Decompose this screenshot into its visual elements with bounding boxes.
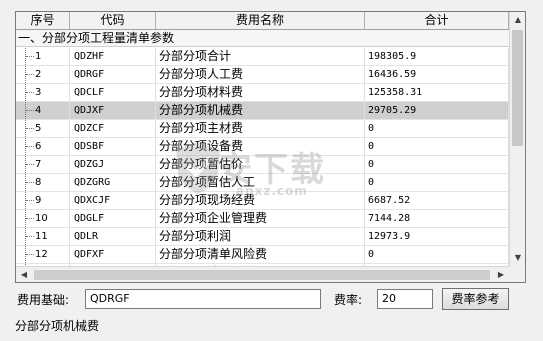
row-name-cell[interactable]: 分部分项设备费: [156, 138, 365, 155]
tree-connector: [25, 48, 35, 65]
row-name-cell[interactable]: 分部分项企业管理费: [156, 210, 365, 227]
grid-header: 序号 代码 费用名称 合计: [16, 12, 509, 30]
row-code-cell[interactable]: QDZGJ: [70, 156, 156, 173]
row-name-cell[interactable]: 分部分项现场经费: [156, 192, 365, 209]
row-code-cell[interactable]: QDRGF: [70, 66, 156, 83]
tree-connector: [25, 228, 35, 245]
row-code-cell[interactable]: QDZGRG: [70, 174, 156, 191]
fee-grid[interactable]: 序号 代码 费用名称 合计 一、分部分项工程量清单参数 1 QDZHF 分部分项合计…: [15, 11, 526, 283]
row-total-cell[interactable]: 0: [365, 138, 509, 155]
table-row[interactable]: 10 QDGLF 分部分项企业管理费 7144.28: [16, 210, 509, 228]
table-row[interactable]: 9 QDXCJF 分部分项现场经费 6687.52: [16, 192, 509, 210]
row-name-cell[interactable]: 分部分项机械费: [156, 102, 365, 119]
tree-connector: [25, 246, 35, 263]
row-code-cell[interactable]: QDSBF: [70, 138, 156, 155]
row-name-cell[interactable]: 分部分项主材费: [156, 120, 365, 137]
rate-label: 费率:: [334, 293, 363, 307]
row-name-cell[interactable]: 分部分项利润: [156, 228, 365, 245]
col-header-total[interactable]: 合计: [365, 12, 509, 29]
row-code-cell[interactable]: QDZCF: [70, 120, 156, 137]
table-row[interactable]: 7 QDZGJ 分部分项暂估价 0: [16, 156, 509, 174]
row-total-cell[interactable]: 6687.52: [365, 192, 509, 209]
row-code-cell[interactable]: QDZHF: [70, 48, 156, 65]
tree-connector: [25, 192, 35, 209]
row-name-cell[interactable]: 分部分项人工费: [156, 66, 365, 83]
tree-connector: [25, 120, 35, 137]
table-row[interactable]: 4 QDJXF 分部分项机械费 29705.29: [16, 102, 509, 120]
table-row[interactable]: 5 QDZCF 分部分项主材费 0: [16, 120, 509, 138]
table-row[interactable]: 3 QDCLF 分部分项材料费 125358.31: [16, 84, 509, 102]
scroll-left-arrow-icon[interactable]: ◀: [16, 267, 32, 282]
vertical-scrollbar[interactable]: ▲ ▼: [509, 12, 525, 266]
row-total-cell[interactable]: 29705.29: [365, 102, 509, 119]
base-label: 费用基础:: [17, 293, 70, 307]
rate-reference-button[interactable]: 费率参考: [442, 288, 509, 310]
row-total-cell[interactable]: 198305.9: [365, 48, 509, 65]
table-row[interactable]: 8 QDZGRG 分部分项暂估人工 0: [16, 174, 509, 192]
tree-connector: [25, 102, 35, 119]
table-row[interactable]: 1 QDZHF 分部分项合计 198305.9: [16, 48, 509, 66]
horizontal-scrollbar[interactable]: ◀ ▶: [16, 266, 509, 282]
row-name-cell[interactable]: 分部分项合计: [156, 48, 365, 65]
row-code-cell[interactable]: QDXCJF: [70, 192, 156, 209]
row-name-cell[interactable]: 分部分项清单风险费: [156, 246, 365, 263]
row-total-cell[interactable]: 0: [365, 156, 509, 173]
row-name-cell[interactable]: 分部分项暂估价: [156, 156, 365, 173]
scroll-down-arrow-icon[interactable]: ▼: [510, 250, 525, 266]
row-total-cell[interactable]: 0: [365, 120, 509, 137]
col-header-code[interactable]: 代码: [70, 12, 156, 29]
scroll-corner: [509, 266, 525, 282]
tree-connector: [25, 210, 35, 227]
row-total-cell[interactable]: 12973.9: [365, 228, 509, 245]
vertical-scroll-thumb[interactable]: [512, 30, 523, 146]
row-total-cell[interactable]: 7144.28: [365, 210, 509, 227]
row-name-cell[interactable]: 分部分项材料费: [156, 84, 365, 101]
scroll-right-arrow-icon[interactable]: ▶: [493, 267, 509, 282]
table-row[interactable]: 6 QDSBF 分部分项设备费 0: [16, 138, 509, 156]
row-code-cell[interactable]: QDFXF: [70, 246, 156, 263]
row-code-cell[interactable]: QDJXF: [70, 102, 156, 119]
row-name-cell[interactable]: 分部分项暂估人工: [156, 174, 365, 191]
col-header-name[interactable]: 费用名称: [156, 12, 365, 29]
base-input[interactable]: QDRGF: [85, 289, 321, 309]
tree-connector: [25, 156, 35, 173]
horizontal-scroll-thumb[interactable]: [34, 270, 490, 280]
group-row[interactable]: 一、分部分项工程量清单参数: [16, 30, 509, 47]
table-row[interactable]: 2 QDRGF 分部分项人工费 16436.59: [16, 66, 509, 84]
table-row[interactable]: 12 QDFXF 分部分项清单风险费 0: [16, 246, 509, 264]
fee-window: 序号 代码 费用名称 合计 一、分部分项工程量清单参数 1 QDZHF 分部分项合计…: [0, 0, 543, 341]
tree-connector: [25, 174, 35, 191]
row-total-cell[interactable]: 0: [365, 246, 509, 263]
scroll-up-arrow-icon[interactable]: ▲: [510, 12, 525, 28]
description-text: 分部分项机械费: [15, 319, 100, 333]
grid-rows: 1 QDZHF 分部分项合计 198305.9 2 QDRGF 分部分项人工费 16436.5…: [16, 48, 509, 282]
tree-connector: [25, 66, 35, 83]
tree-connector: [25, 138, 35, 155]
tree-connector: [25, 84, 35, 101]
row-total-cell[interactable]: 16436.59: [365, 66, 509, 83]
row-total-cell[interactable]: 0: [365, 174, 509, 191]
row-code-cell[interactable]: QDGLF: [70, 210, 156, 227]
row-code-cell[interactable]: QDLR: [70, 228, 156, 245]
row-code-cell[interactable]: QDCLF: [70, 84, 156, 101]
table-row[interactable]: 11 QDLR 分部分项利润 12973.9: [16, 228, 509, 246]
rate-input[interactable]: 20: [377, 289, 433, 309]
col-header-no[interactable]: 序号: [16, 12, 70, 29]
row-total-cell[interactable]: 125358.31: [365, 84, 509, 101]
